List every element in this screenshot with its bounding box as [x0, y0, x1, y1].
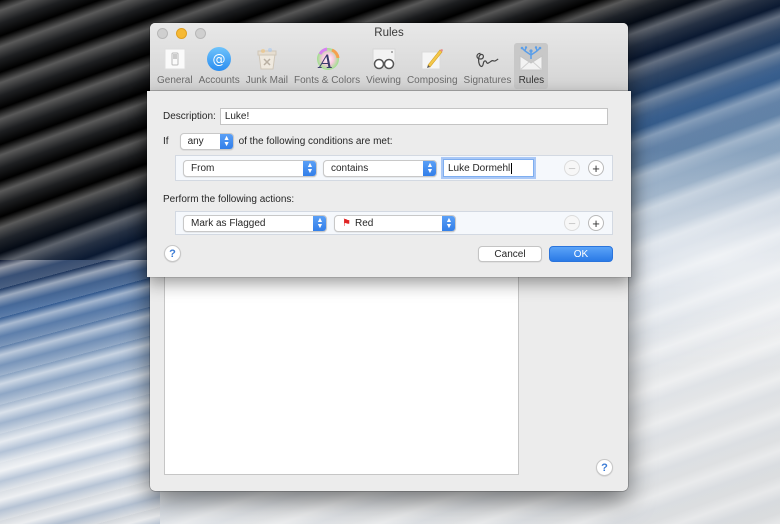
flag-color-value: Red: [354, 218, 374, 229]
remove-action-button[interactable]: −: [564, 215, 580, 231]
flag-color-option: ⚑ Red: [342, 218, 373, 229]
at-sign-icon: @: [205, 45, 233, 73]
add-condition-button[interactable]: +: [588, 160, 604, 176]
pencil-icon: [418, 45, 446, 73]
remove-condition-button[interactable]: −: [564, 160, 580, 176]
svg-text:@: @: [213, 53, 226, 68]
toolbar-item-rules[interactable]: Rules: [514, 43, 549, 89]
toolbar-item-fonts-colors[interactable]: A Fonts & Colors: [291, 43, 363, 89]
condition-value-field[interactable]: Luke Dormehl: [443, 159, 534, 177]
preferences-toolbar: General @ Accounts Junk Mail A Fonts & C…: [154, 43, 549, 89]
fonts-colors-icon: A: [313, 45, 341, 73]
description-field[interactable]: Luke!: [219, 108, 608, 125]
text-caret: [511, 162, 513, 174]
general-switch-icon: [161, 45, 189, 73]
glasses-icon: [370, 45, 398, 73]
condition-row: From ▲ ▼ contains ▲ ▼ Luke Dormehl − +: [175, 155, 613, 181]
toolbar-label: Composing: [406, 75, 458, 86]
toolbar-item-general[interactable]: General: [154, 43, 196, 89]
window-help-button[interactable]: ?: [596, 459, 613, 476]
toolbar-label: Fonts & Colors: [293, 75, 361, 86]
svg-text:A: A: [317, 51, 333, 72]
popup-arrows-icon: ▲ ▼: [219, 134, 233, 149]
toolbar-label: Accounts: [198, 75, 240, 86]
description-label: Description:: [163, 111, 216, 122]
condition-operator-select[interactable]: contains ▲ ▼: [323, 160, 437, 177]
popup-arrows-icon: ▲ ▼: [423, 161, 436, 176]
action-row: Mark as Flagged ▲ ▼ ⚑ Red ▲ ▼ − +: [175, 211, 613, 235]
plus-icon: +: [592, 215, 600, 231]
match-any-all-select[interactable]: any ▲ ▼: [179, 133, 234, 150]
rule-editor-sheet: Description: Luke! If any ▲ ▼ of the foll…: [147, 91, 631, 277]
condition-operator-value: contains: [331, 163, 369, 174]
cancel-button[interactable]: Cancel: [478, 246, 542, 262]
toolbar-item-accounts[interactable]: @ Accounts: [196, 43, 243, 89]
condition-field-select[interactable]: From ▲ ▼: [183, 160, 317, 177]
actions-label: Perform the following actions:: [163, 194, 295, 205]
rules-envelope-icon: [517, 45, 545, 73]
window-title: Rules: [374, 27, 404, 39]
minus-icon: −: [568, 160, 576, 176]
popup-arrows-icon: ▲ ▼: [442, 216, 455, 231]
action-type-value: Mark as Flagged: [191, 218, 266, 229]
popup-arrows-icon: ▲ ▼: [303, 161, 316, 176]
junk-mail-icon: [253, 45, 281, 73]
signature-icon: [473, 45, 501, 73]
toolbar-label: Rules: [518, 75, 545, 86]
if-label: If: [163, 136, 169, 147]
condition-field-value: From: [191, 163, 215, 174]
toolbar-item-junk-mail[interactable]: Junk Mail: [243, 43, 291, 89]
rules-list[interactable]: [164, 273, 519, 475]
plus-icon: +: [592, 160, 600, 176]
window-titlebar: Rules General @ Accounts Junk Mail A Fon…: [150, 23, 628, 91]
description-row: Description: Luke!: [163, 108, 608, 125]
popup-arrows-icon: ▲ ▼: [313, 216, 326, 231]
sheet-help-button[interactable]: ?: [164, 245, 181, 262]
toolbar-label: Viewing: [366, 75, 401, 86]
match-select-value: any: [187, 136, 204, 147]
toolbar-label: General: [157, 75, 193, 86]
actions-header-row: Perform the following actions:: [163, 194, 294, 205]
toolbar-item-viewing[interactable]: Viewing: [363, 43, 404, 89]
ok-button[interactable]: OK: [549, 246, 613, 262]
toolbar-label: Signatures: [463, 75, 512, 86]
condition-value-text: Luke Dormehl: [448, 162, 511, 174]
desktop-wallpaper-clouds: [0, 260, 160, 524]
add-action-button[interactable]: +: [588, 215, 604, 231]
action-type-select[interactable]: Mark as Flagged ▲ ▼: [183, 215, 327, 232]
toolbar-item-composing[interactable]: Composing: [404, 43, 461, 89]
flag-icon: ⚑: [342, 218, 351, 229]
flag-color-select[interactable]: ⚑ Red ▲ ▼: [334, 215, 456, 232]
toolbar-label: Junk Mail: [245, 75, 288, 86]
toolbar-item-signatures[interactable]: Signatures: [461, 43, 515, 89]
conditions-suffix-label: of the following conditions are met:: [238, 136, 393, 147]
minus-icon: −: [568, 215, 576, 231]
conditions-header-row: If any ▲ ▼ of the following conditions ar…: [163, 133, 393, 150]
description-value: Luke!: [224, 111, 250, 122]
